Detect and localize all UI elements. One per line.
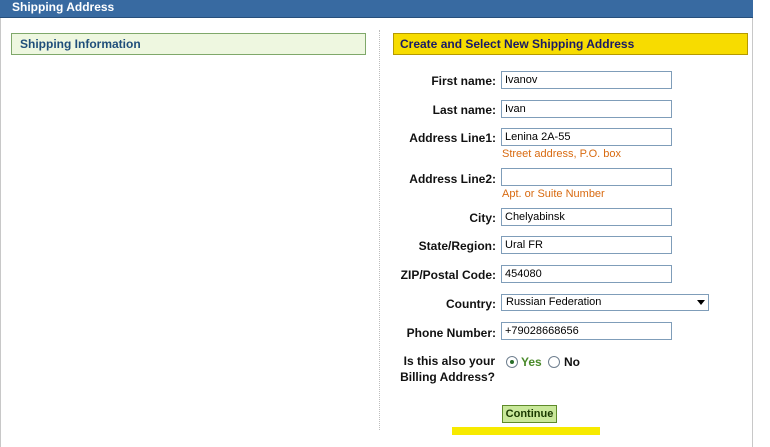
address-line1-label: Address Line1: — [409, 131, 496, 145]
column-divider — [379, 30, 380, 430]
zip-label: ZIP/Postal Code: — [400, 268, 496, 282]
highlight-bar — [452, 427, 600, 435]
last-name-label: Last name: — [432, 103, 496, 117]
billing-question-line1: Is this also your — [403, 354, 495, 368]
first-name-input[interactable]: Ivanov — [501, 71, 672, 89]
billing-no-radio[interactable] — [548, 356, 560, 368]
address-line1-input[interactable]: Lenina 2A-55 — [501, 128, 672, 146]
billing-question-line2: Billing Address? — [400, 370, 495, 384]
country-select[interactable]: Russian Federation — [501, 294, 709, 311]
window-title: Shipping Address — [0, 0, 753, 18]
state-region-label: State/Region: — [418, 239, 496, 253]
address-line2-hint: Apt. or Suite Number — [502, 188, 605, 200]
last-name-input[interactable]: Ivan — [501, 100, 672, 118]
city-input[interactable]: Chelyabinsk — [501, 208, 672, 226]
shipping-information-header: Shipping Information — [11, 33, 366, 55]
billing-question: Is this also your Billing Address? — [400, 353, 495, 385]
billing-yes-label[interactable]: Yes — [521, 355, 542, 369]
country-label: Country: — [446, 297, 496, 311]
address-line2-input[interactable] — [501, 168, 672, 186]
address-line2-label: Address Line2: — [409, 172, 496, 186]
phone-label: Phone Number: — [406, 326, 496, 340]
first-name-label: First name: — [431, 74, 496, 88]
state-region-input[interactable]: Ural FR — [501, 236, 672, 254]
phone-input[interactable]: +79028668656 — [501, 322, 672, 340]
chevron-down-icon — [697, 300, 705, 305]
country-selected-value: Russian Federation — [506, 296, 602, 308]
radio-selected-dot — [510, 360, 514, 364]
billing-yes-radio[interactable] — [506, 356, 518, 368]
new-shipping-address-header: Create and Select New Shipping Address — [393, 33, 748, 55]
city-label: City: — [469, 211, 496, 225]
continue-button[interactable]: Continue — [502, 405, 557, 423]
billing-no-label[interactable]: No — [564, 355, 580, 369]
zip-input[interactable]: 454080 — [501, 265, 672, 283]
address-line1-hint: Street address, P.O. box — [502, 148, 622, 160]
